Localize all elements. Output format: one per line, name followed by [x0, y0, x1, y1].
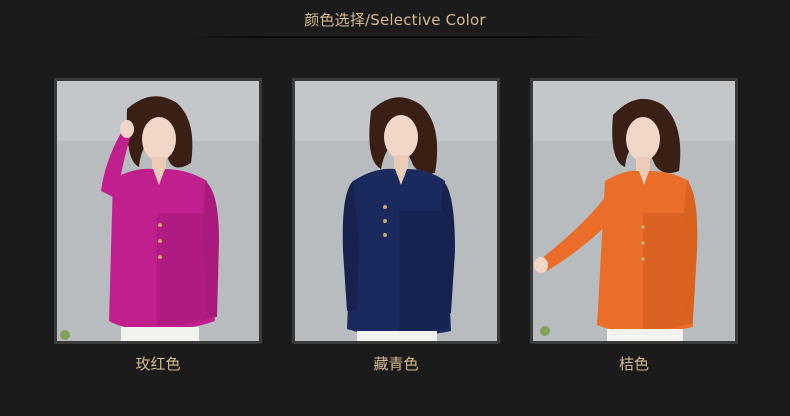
section-title: 颜色选择/Selective Color [304, 11, 486, 29]
product-photo-rose [57, 81, 259, 341]
color-label-navy: 藏青色 [373, 355, 419, 373]
product-photo-orange [533, 81, 735, 341]
color-label-orange: 桔色 [618, 355, 649, 373]
header-divider [180, 36, 610, 38]
color-swatch-card-rose[interactable] [54, 78, 262, 344]
product-photo-navy [295, 81, 497, 341]
section-header: 颜色选择/Selective Color [0, 0, 790, 40]
color-swatch-card-navy[interactable] [292, 78, 500, 344]
color-swatch-card-orange[interactable] [530, 78, 738, 344]
color-label-rose: 玫红色 [135, 355, 181, 373]
